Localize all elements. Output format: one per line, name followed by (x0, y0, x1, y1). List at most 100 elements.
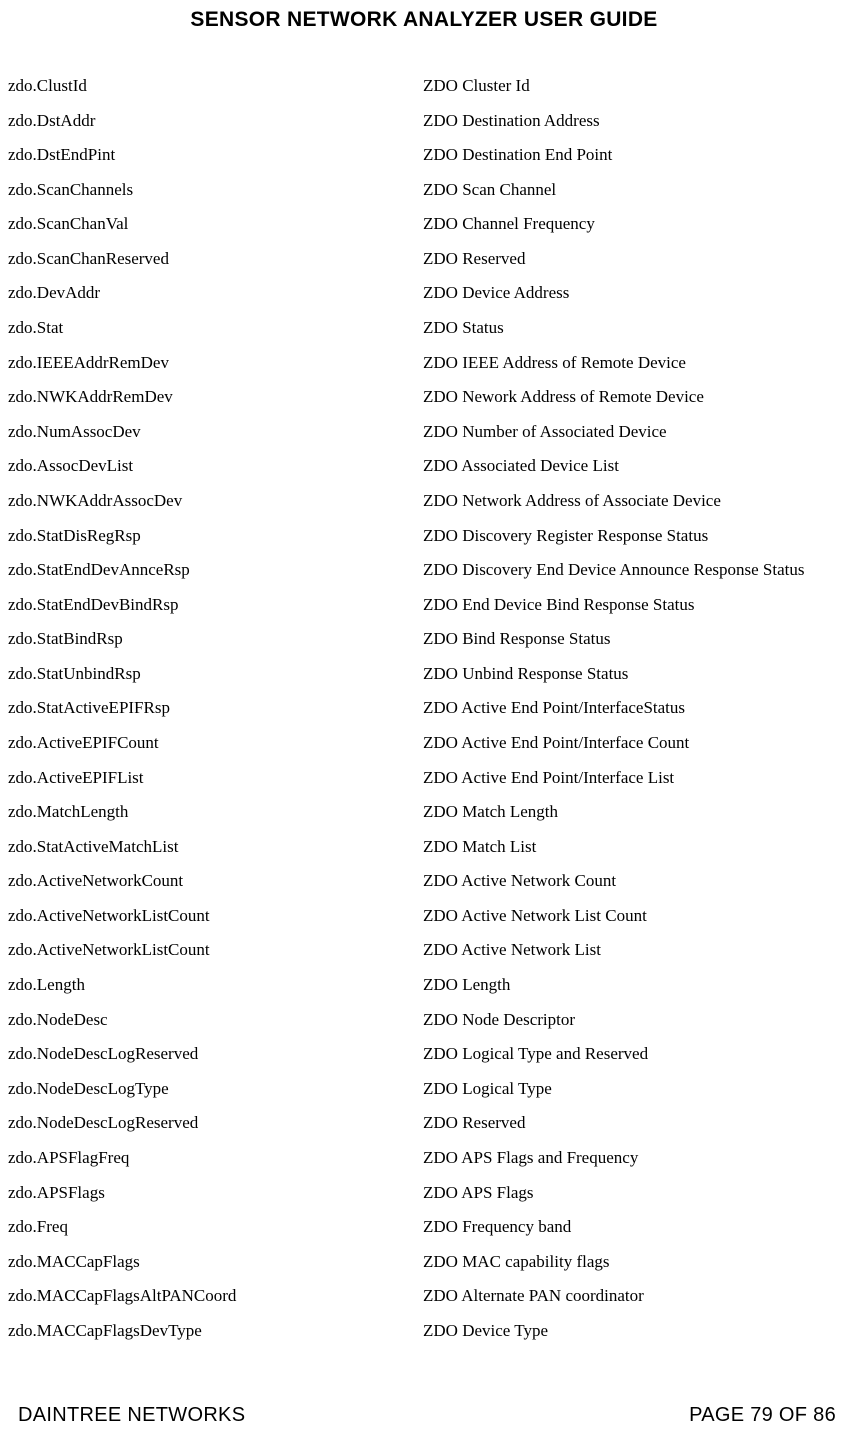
definition-row: zdo.ClustIdZDO Cluster Id (8, 76, 840, 96)
definition-key: zdo.ScanChanVal (8, 214, 423, 234)
definition-row: zdo.MACCapFlagsZDO MAC capability flags (8, 1252, 840, 1272)
definition-description: ZDO Channel Frequency (423, 214, 840, 234)
definition-description: ZDO Destination Address (423, 111, 840, 131)
definition-row: zdo.StatZDO Status (8, 318, 840, 338)
definition-key: zdo.NodeDescLogReserved (8, 1113, 423, 1133)
definition-row: zdo.StatEndDevBindRspZDO End Device Bind… (8, 595, 840, 615)
definition-key: zdo.MatchLength (8, 802, 423, 822)
definition-description: ZDO Active End Point/InterfaceStatus (423, 698, 840, 718)
definition-key: zdo.DstEndPint (8, 145, 423, 165)
definition-row: zdo.MACCapFlagsDevTypeZDO Device Type (8, 1321, 840, 1341)
definition-key: zdo.StatDisRegRsp (8, 526, 423, 546)
definition-description: ZDO APS Flags (423, 1183, 840, 1203)
definition-description: ZDO Match List (423, 837, 840, 857)
definition-row: zdo.DstAddrZDO Destination Address (8, 111, 840, 131)
definition-row: zdo.NodeDescZDO Node Descriptor (8, 1010, 840, 1030)
definition-key: zdo.NWKAddrAssocDev (8, 491, 423, 511)
definition-key: zdo.Length (8, 975, 423, 995)
definition-key: zdo.ActiveEPIFCount (8, 733, 423, 753)
definition-description: ZDO Logical Type and Reserved (423, 1044, 840, 1064)
definition-key: zdo.ClustId (8, 76, 423, 96)
definition-row: zdo.StatDisRegRspZDO Discovery Register … (8, 526, 840, 546)
definition-key: zdo.DstAddr (8, 111, 423, 131)
definition-description: ZDO IEEE Address of Remote Device (423, 353, 840, 373)
definition-description: ZDO Destination End Point (423, 145, 840, 165)
definition-key: zdo.StatUnbindRsp (8, 664, 423, 684)
definition-key: zdo.DevAddr (8, 283, 423, 303)
definition-description: ZDO Frequency band (423, 1217, 840, 1237)
definition-row: zdo.APSFlagsZDO APS Flags (8, 1183, 840, 1203)
definition-description: ZDO Active End Point/Interface Count (423, 733, 840, 753)
definition-description: ZDO Logical Type (423, 1079, 840, 1099)
definition-row: zdo.StatBindRspZDO Bind Response Status (8, 629, 840, 649)
definition-key: zdo.MACCapFlagsDevType (8, 1321, 423, 1341)
definition-row: zdo.IEEEAddrRemDevZDO IEEE Address of Re… (8, 353, 840, 373)
definition-key: zdo.ActiveNetworkListCount (8, 940, 423, 960)
definition-row: zdo.StatActiveEPIFRspZDO Active End Poin… (8, 698, 840, 718)
definition-key: zdo.ActiveEPIFList (8, 768, 423, 788)
definition-key: zdo.IEEEAddrRemDev (8, 353, 423, 373)
definition-row: zdo.StatEndDevAnnceRspZDO Discovery End … (8, 560, 840, 580)
page-footer: DAINTREE NETWORKS PAGE 79 OF 86 (0, 1404, 848, 1427)
definition-row: zdo.NWKAddrRemDevZDO Nework Address of R… (8, 387, 840, 407)
definition-row: zdo.NodeDescLogTypeZDO Logical Type (8, 1079, 840, 1099)
definition-key: zdo.APSFlags (8, 1183, 423, 1203)
definition-key: zdo.NodeDescLogReserved (8, 1044, 423, 1064)
definition-row: zdo.APSFlagFreqZDO APS Flags and Frequen… (8, 1148, 840, 1168)
definition-row: zdo.NodeDescLogReservedZDO Logical Type … (8, 1044, 840, 1064)
definition-description: ZDO Device Type (423, 1321, 840, 1341)
footer-page-number: PAGE 79 OF 86 (689, 1404, 836, 1427)
definition-row: zdo.DstEndPintZDO Destination End Point (8, 145, 840, 165)
definition-description: ZDO MAC capability flags (423, 1252, 840, 1272)
definition-description: ZDO Unbind Response Status (423, 664, 840, 684)
definition-row: zdo.ScanChanReservedZDO Reserved (8, 249, 840, 269)
definition-description: ZDO Active Network List Count (423, 906, 840, 926)
definition-key: zdo.ScanChanReserved (8, 249, 423, 269)
definition-row: zdo.ScanChannelsZDO Scan Channel (8, 180, 840, 200)
definition-key: zdo.AssocDevList (8, 456, 423, 476)
definition-description: ZDO Node Descriptor (423, 1010, 840, 1030)
definition-description: ZDO Scan Channel (423, 180, 840, 200)
definition-row: zdo.ActiveNetworkCountZDO Active Network… (8, 871, 840, 891)
definition-row: zdo.MACCapFlagsAltPANCoordZDO Alternate … (8, 1286, 840, 1306)
definition-key: zdo.StatActiveMatchList (8, 837, 423, 857)
definition-description: ZDO Length (423, 975, 840, 995)
definition-key: zdo.NodeDescLogType (8, 1079, 423, 1099)
page-title: SENSOR NETWORK ANALYZER USER GUIDE (0, 8, 848, 32)
definition-description: ZDO Bind Response Status (423, 629, 840, 649)
definition-description: ZDO Reserved (423, 249, 840, 269)
definition-row: zdo.StatUnbindRspZDO Unbind Response Sta… (8, 664, 840, 684)
definition-key: zdo.NWKAddrRemDev (8, 387, 423, 407)
definition-description: ZDO End Device Bind Response Status (423, 595, 840, 615)
definition-row: zdo.ScanChanValZDO Channel Frequency (8, 214, 840, 234)
definition-key: zdo.NumAssocDev (8, 422, 423, 442)
definition-key: zdo.StatEndDevAnnceRsp (8, 560, 423, 580)
definition-description: ZDO Network Address of Associate Device (423, 491, 840, 511)
definition-description: ZDO Cluster Id (423, 76, 840, 96)
definition-row: zdo.NumAssocDevZDO Number of Associated … (8, 422, 840, 442)
footer-company: DAINTREE NETWORKS (18, 1404, 245, 1427)
definition-key: zdo.MACCapFlagsAltPANCoord (8, 1286, 423, 1306)
definition-description: ZDO Device Address (423, 283, 840, 303)
definition-key: zdo.ActiveNetworkCount (8, 871, 423, 891)
definition-row: zdo.NodeDescLogReservedZDO Reserved (8, 1113, 840, 1133)
definition-row: zdo.LengthZDO Length (8, 975, 840, 995)
definition-description: ZDO Active Network List (423, 940, 840, 960)
definition-description: ZDO Discovery Register Response Status (423, 526, 840, 546)
definition-description: ZDO Nework Address of Remote Device (423, 387, 840, 407)
definition-key: zdo.StatActiveEPIFRsp (8, 698, 423, 718)
definition-row: zdo.MatchLengthZDO Match Length (8, 802, 840, 822)
definition-row: zdo.FreqZDO Frequency band (8, 1217, 840, 1237)
definition-description: ZDO Status (423, 318, 840, 338)
definition-row: zdo.ActiveNetworkListCountZDO Active Net… (8, 940, 840, 960)
definition-key: zdo.NodeDesc (8, 1010, 423, 1030)
definition-key: zdo.StatEndDevBindRsp (8, 595, 423, 615)
definition-key: zdo.APSFlagFreq (8, 1148, 423, 1168)
definition-description: ZDO Discovery End Device Announce Respon… (423, 560, 840, 580)
definition-row: zdo.NWKAddrAssocDevZDO Network Address o… (8, 491, 840, 511)
definition-key: zdo.ActiveNetworkListCount (8, 906, 423, 926)
definition-row: zdo.ActiveNetworkListCountZDO Active Net… (8, 906, 840, 926)
definition-key: zdo.MACCapFlags (8, 1252, 423, 1272)
definition-description: ZDO Alternate PAN coordinator (423, 1286, 840, 1306)
definition-key: zdo.Freq (8, 1217, 423, 1237)
